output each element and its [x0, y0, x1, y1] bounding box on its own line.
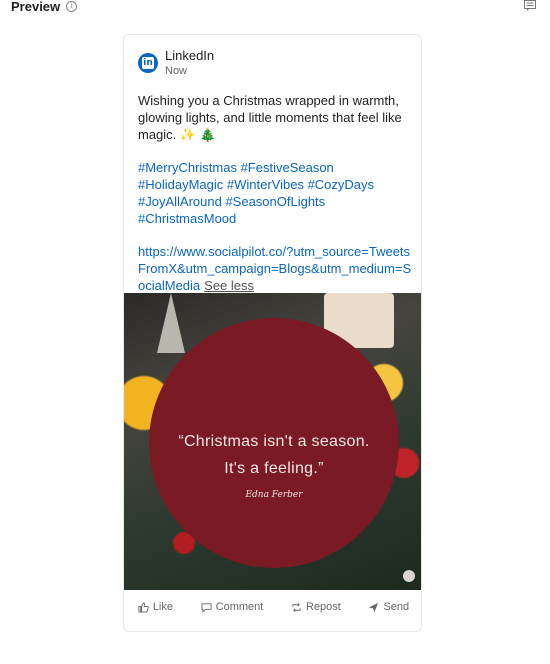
post-preview-card: in LinkedIn Now Wishing you a Christmas …	[123, 34, 422, 632]
quote-line-2: It's a feeling.”	[224, 460, 324, 477]
post-text: Wishing you a Christmas wrapped in warmt…	[138, 93, 402, 142]
repost-icon	[292, 602, 301, 612]
like-label: Like	[152, 601, 173, 613]
like-button[interactable]: Like	[138, 601, 173, 613]
watermark-icon	[403, 570, 415, 582]
quote-author: Edna Ferber	[245, 490, 303, 500]
info-icon[interactable]: i	[66, 1, 78, 12]
comment-bubble-icon	[201, 602, 212, 613]
send-label: Send	[383, 601, 410, 613]
post-hashtags[interactable]: #MerryChristmas #FestiveSeason #HolidayM…	[138, 159, 413, 227]
preview-header: Preview i	[11, 0, 78, 14]
send-icon	[369, 602, 379, 612]
comment-label: Comment	[215, 601, 264, 613]
post-actions: Like Comment Repost Send	[124, 601, 421, 613]
send-button[interactable]: Send	[368, 601, 409, 613]
post-time: Now	[165, 65, 188, 77]
repost-label: Repost	[305, 601, 341, 613]
post-image: “Christmas isn't a season. It's a feelin…	[124, 293, 421, 590]
quote-text: “Christmas isn't a season. It's a feelin…	[149, 428, 399, 482]
linkedin-logo-icon: in	[142, 57, 154, 69]
comment-button[interactable]: Comment	[201, 601, 264, 613]
repost-button[interactable]: Repost	[291, 601, 341, 613]
tree-decoration	[157, 293, 185, 353]
see-less-link[interactable]: See less	[204, 278, 254, 293]
quote-circle: “Christmas isn't a season. It's a feelin…	[149, 318, 399, 568]
quote-line-1: “Christmas isn't a season.	[178, 433, 370, 450]
thumbs-up-icon	[138, 601, 149, 613]
post-header: in LinkedIn Now	[138, 47, 214, 78]
post-link[interactable]: https://www.socialpilot.co/?utm_source=T…	[138, 244, 411, 293]
account-name: LinkedIn	[165, 48, 215, 63]
preview-title: Preview	[11, 0, 61, 14]
post-body: Wishing you a Christmas wrapped in warmt…	[138, 92, 413, 294]
comment-icon[interactable]	[524, 0, 536, 11]
avatar: in	[138, 53, 158, 73]
